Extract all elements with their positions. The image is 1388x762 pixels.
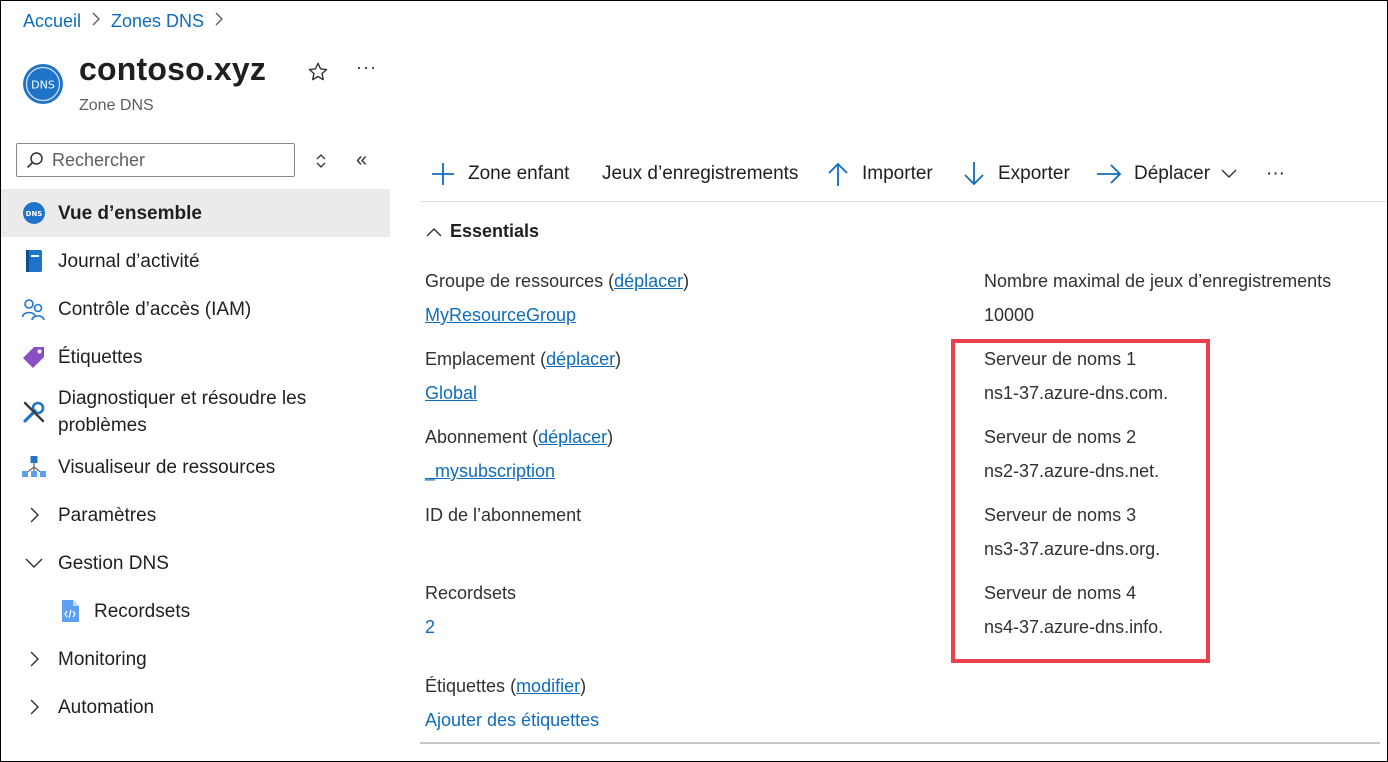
subscription-value: _mysubscription: [425, 461, 555, 482]
search-input[interactable]: [52, 149, 272, 171]
dns-zone-icon: DNS: [22, 63, 64, 105]
sidebar-item-label: Étiquettes: [58, 346, 143, 368]
sidebar-item-dns-management[interactable]: Gestion DNS: [1, 539, 390, 587]
sidebar-item-label: Gestion DNS: [58, 552, 169, 574]
search-icon: [27, 152, 43, 168]
svg-text:DNS: DNS: [26, 210, 43, 218]
collapse-menu-icon[interactable]: «: [356, 149, 367, 172]
command-bar: Zone enfant Jeux d’enregistrements Impor…: [420, 149, 1387, 202]
svg-text:DNS: DNS: [31, 79, 55, 92]
sidebar-item-label: Paramètres: [58, 504, 157, 526]
breadcrumb-home[interactable]: Accueil: [23, 11, 81, 32]
plus-icon: [432, 163, 454, 185]
sidebar-item-diagnose[interactable]: Diagnostiquer et résoudre les problèmes: [1, 381, 390, 443]
sidebar-item-label: Recordsets: [94, 600, 191, 622]
page-subtitle: Zone DNS: [79, 97, 154, 114]
resource-group-move-link[interactable]: déplacer: [614, 271, 683, 291]
name-servers-highlight-box: [951, 339, 1210, 663]
sidebar-item-overview[interactable]: DNS Vue d’ensemble: [1, 189, 390, 237]
chevron-down-icon: [25, 558, 43, 568]
breadcrumb: Accueil Zones DNS: [23, 11, 234, 32]
sidebar-item-label: Visualiseur de ressources: [58, 456, 276, 478]
breadcrumb-chevron-icon: [214, 12, 224, 31]
users-icon: [21, 296, 47, 322]
chevron-down-icon: [1221, 169, 1237, 178]
export-label: Exporter: [998, 163, 1070, 184]
max-record-sets-value: 10000: [984, 305, 1035, 325]
location-value: Global: [425, 383, 477, 404]
export-button[interactable]: Exporter: [962, 161, 1070, 187]
arrow-up-icon: [828, 162, 848, 186]
page-title: contoso.xyz: [79, 51, 267, 87]
sidebar-item-label: Diagnostiquer et résoudre les problèmes: [58, 388, 307, 436]
sidebar-item-label: Contrôle d’accès (IAM): [58, 298, 252, 320]
sidebar-item-automation[interactable]: Automation: [1, 683, 390, 731]
recordsets-count-link[interactable]: 2: [425, 617, 435, 637]
sidebar-item-label: Automation: [58, 696, 155, 718]
breadcrumb-dns-zones[interactable]: Zones DNS: [111, 11, 204, 32]
breadcrumb-chevron-icon: [91, 12, 101, 31]
more-options-icon[interactable]: ···: [356, 57, 377, 78]
sidebar-item-iam[interactable]: Contrôle d’accès (IAM): [1, 285, 390, 333]
network-icon: [21, 454, 47, 480]
sidebar-item-label: Monitoring: [58, 648, 147, 670]
subscription-move-link[interactable]: déplacer: [538, 427, 607, 447]
tag-icon: [21, 344, 47, 370]
sidebar-item-recordsets[interactable]: Recordsets: [1, 587, 390, 635]
import-button[interactable]: Importer: [826, 161, 933, 187]
sidebar-item-label: Vue d’ensemble: [58, 202, 202, 224]
tags-value: Ajouter des étiquettes: [425, 710, 599, 731]
book-icon: [21, 248, 47, 274]
chevron-right-icon: [30, 651, 39, 667]
essentials-title: Essentials: [450, 221, 540, 241]
resource-group-value: MyResourceGroup: [425, 305, 576, 326]
child-zone-label: Zone enfant: [468, 163, 570, 184]
sidebar-item-settings[interactable]: Paramètres: [1, 491, 390, 539]
arrow-down-icon: [964, 162, 984, 186]
sidebar-item-resource-visualizer[interactable]: Visualiseur de ressources: [1, 443, 390, 491]
sidebar-item-label: Journal d’activité: [58, 250, 200, 272]
wrench-icon: [21, 399, 47, 425]
chevron-right-icon: [30, 699, 39, 715]
subscription-link[interactable]: _mysubscription: [425, 461, 555, 481]
chevron-right-icon: [30, 507, 39, 523]
record-sets-label: Jeux d’enregistrements: [602, 163, 799, 184]
essentials-divider: [420, 742, 1380, 744]
import-label: Importer: [862, 163, 933, 184]
essentials-toggle[interactable]: Essentials: [426, 221, 539, 242]
move-label: Déplacer: [1134, 163, 1211, 184]
expand-collapse-icon[interactable]: [312, 151, 330, 171]
location-link[interactable]: Global: [425, 383, 477, 403]
search-box[interactable]: [16, 143, 295, 177]
chevron-up-icon: [426, 227, 442, 236]
max-record-sets-label: Nombre maximal de jeux d’enregistrements: [984, 271, 1332, 291]
portal-frame: Accueil Zones DNS DNS contoso.xyz Zone D…: [0, 0, 1388, 762]
subscription-id-label: ID de l’abonnement: [425, 505, 582, 525]
more-commands-icon[interactable]: ···: [1266, 161, 1285, 187]
move-button[interactable]: Déplacer: [1096, 161, 1238, 187]
sidebar-item-tags[interactable]: Étiquettes: [1, 333, 390, 381]
add-tags-link[interactable]: Ajouter des étiquettes: [425, 710, 599, 730]
recordsets-icon: [57, 598, 83, 624]
sidebar-item-monitoring[interactable]: Monitoring: [1, 635, 390, 683]
resource-group-label: Groupe de ressources (déplacer): [425, 271, 690, 291]
sidebar-item-activity-log[interactable]: Journal d’activité: [1, 237, 390, 285]
child-zone-button[interactable]: Zone enfant: [430, 161, 569, 187]
tags-label: Étiquettes (modifier): [425, 676, 587, 696]
recordsets-value: 2: [425, 617, 435, 638]
location-move-link[interactable]: déplacer: [546, 349, 615, 369]
tags-edit-link[interactable]: modifier: [516, 676, 580, 696]
arrow-right-icon: [1097, 164, 1122, 184]
subscription-label: Abonnement (déplacer): [425, 427, 614, 447]
record-sets-button[interactable]: Jeux d’enregistrements: [602, 161, 798, 187]
dns-icon: DNS: [21, 200, 47, 226]
resource-group-link[interactable]: MyResourceGroup: [425, 305, 576, 325]
sidebar-nav: DNS Vue d’ensemble Journal d’activité Co…: [1, 189, 390, 731]
favorite-star-icon[interactable]: [307, 61, 331, 85]
location-label: Emplacement (déplacer): [425, 349, 622, 369]
recordsets-label: Recordsets: [425, 583, 517, 603]
